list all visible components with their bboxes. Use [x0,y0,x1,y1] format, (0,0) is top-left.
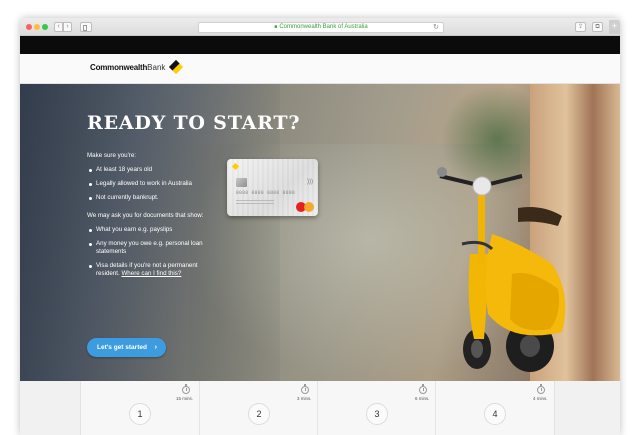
step-time: 15 mins. [176,396,194,401]
commbank-logo[interactable]: Commonwealth Bank [90,59,184,75]
stopwatch-icon [182,384,190,394]
diamond-logo-icon [169,59,184,75]
list-item: Not currently bankrupt. [87,194,217,202]
scooter-image [437,167,566,372]
requirements-list: At least 18 years old Legally allowed to… [87,166,217,202]
list-item: At least 18 years old [87,166,217,174]
step-number: 4 [484,403,506,425]
steps-container: 15 mins. 1 3 mins. 2 6 mins. 3 4 mins. 4 [80,381,555,435]
where-can-i-find-link[interactable]: Where can I find this? [121,270,181,277]
site-header: Commonwealth Bank [20,54,620,84]
list-item: Any money you owe e.g. personal loan sta… [87,240,217,256]
steps-bar: 15 mins. 1 3 mins. 2 6 mins. 3 4 mins. 4 [20,381,620,435]
top-black-bar [20,36,620,54]
chevron-right-icon: › [154,344,157,351]
close-window-button[interactable] [26,24,32,30]
step-number: 1 [129,403,151,425]
list-item: Legally allowed to work in Australia [87,180,217,188]
contactless-icon: ))) [307,179,313,185]
documents-list: What you earn e.g. payslips Any money yo… [87,226,217,278]
lets-get-started-button[interactable]: Let's get started › [87,338,166,357]
step-4: 4 mins. 4 [435,381,553,435]
step-time: 3 mins. [297,396,312,401]
address-text: Commonwealth Bank of Australia [279,24,368,30]
tabs-overview-button[interactable]: ⧉ [592,22,603,32]
address-bar[interactable]: ■ Commonwealth Bank of Australia ↻ [198,22,444,33]
step-time: 6 mins. [415,396,430,401]
step-3: 6 mins. 3 [317,381,435,435]
step-time: 4 mins. [533,396,548,401]
stopwatch-icon [419,384,427,394]
share-button[interactable]: ⇪ [575,22,586,32]
hero-copy: Make sure you're: At least 18 years old … [87,152,217,288]
cta-label: Let's get started [97,344,147,351]
stopwatch-icon [537,384,545,394]
back-button[interactable]: ‹ [54,22,63,32]
step-number: 3 [366,403,388,425]
mastercard-icon [296,202,314,212]
logo-text-bold: Commonwealth [90,62,148,72]
step-number: 2 [248,403,270,425]
list-item: What you earn e.g. payslips [87,226,217,234]
logo-text-light: Bank [147,62,166,72]
card-chip-icon [236,178,247,187]
card-name-lines [236,200,274,204]
reload-icon[interactable]: ↻ [433,23,439,32]
step-2: 3 mins. 2 [199,381,317,435]
browser-window: ‹ › ■ Commonwealth Bank of Australia ↻ ⇪ … [20,18,620,435]
maximize-window-button[interactable] [42,24,48,30]
credit-card-image: ))) 0000 0000 0000 0000 [227,159,318,216]
hero-section: READY TO START? Make sure you're: At lea… [20,84,620,381]
sidebar-toggle-button[interactable] [80,22,92,32]
minimize-window-button[interactable] [34,24,40,30]
step-1: 15 mins. 1 [81,381,199,435]
stopwatch-icon [301,384,309,394]
new-tab-button[interactable]: + [609,20,620,34]
documents-intro: We may ask you for documents that show: [87,212,204,219]
lock-icon: ■ [274,24,278,30]
browser-toolbar: ‹ › ■ Commonwealth Bank of Australia ↻ ⇪ … [20,18,620,36]
requirements-intro: Make sure you're: [87,152,136,159]
hero-title: READY TO START? [87,112,301,134]
list-item: Visa details if you're not a permanent r… [87,262,217,278]
card-number: 0000 0000 0000 0000 [236,191,296,196]
forward-button[interactable]: › [63,22,72,32]
